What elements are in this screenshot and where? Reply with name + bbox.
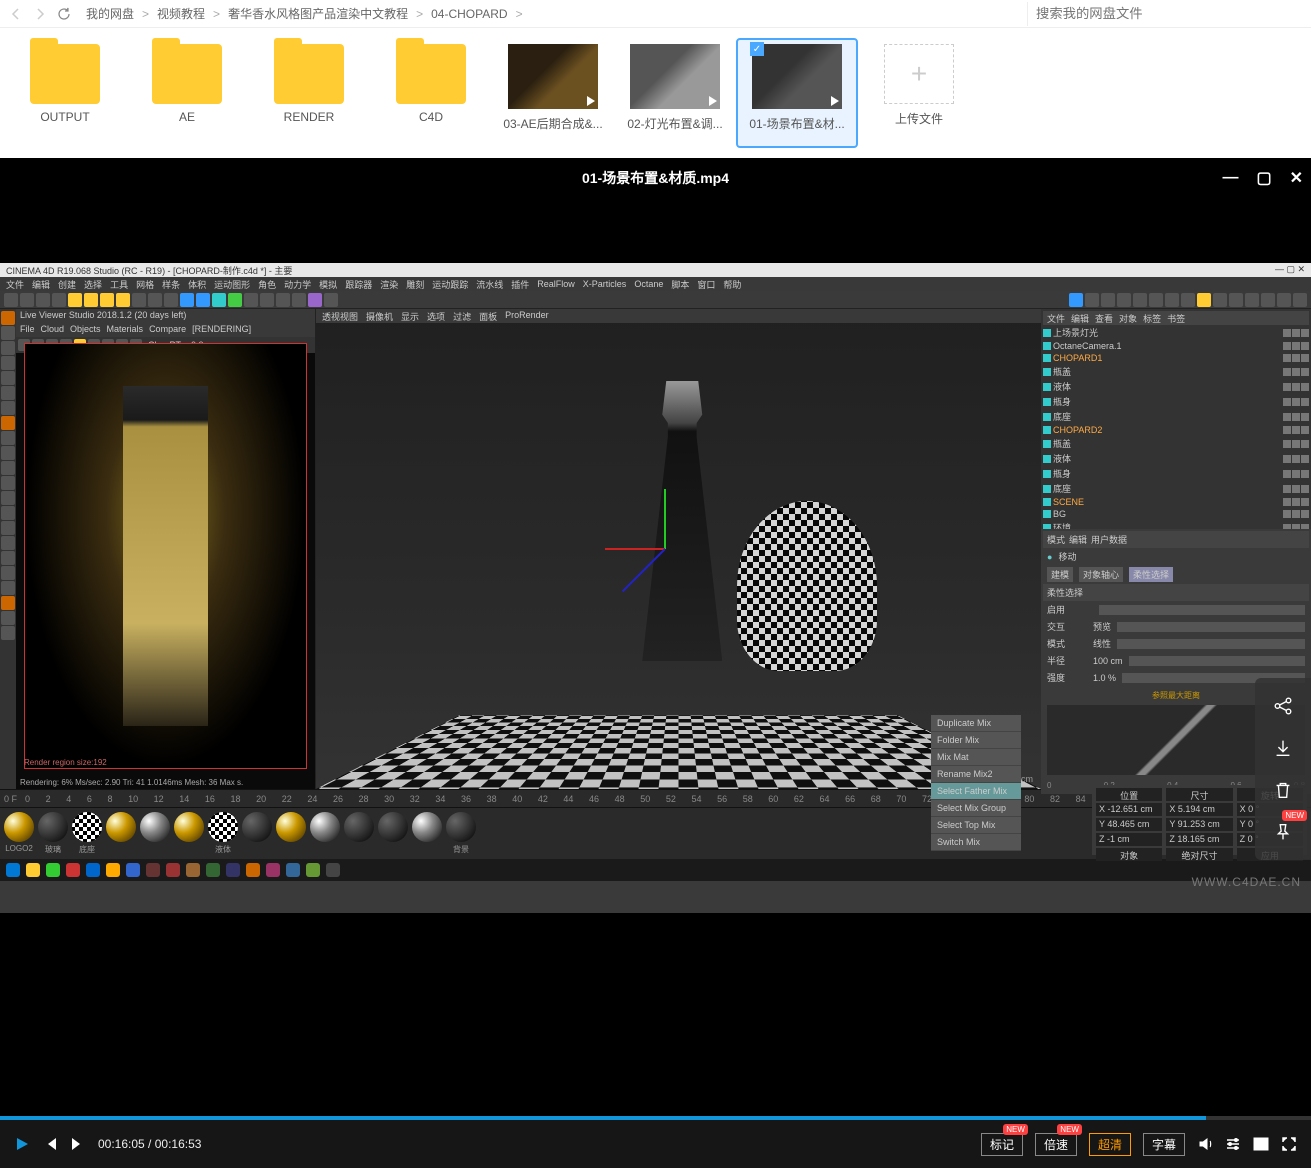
time-display: 00:16:05 / 00:16:53	[98, 1137, 201, 1151]
video-player: 01-场景布置&材质.mp4 — ▢ ✕ CINEMA 4D R19.068 S…	[0, 158, 1311, 1168]
subtitle-button[interactable]: 字幕	[1143, 1133, 1185, 1156]
nav-back[interactable]	[4, 2, 28, 26]
download-icon[interactable]	[1269, 734, 1297, 762]
volume-icon[interactable]	[1197, 1136, 1213, 1152]
object-tree: 文件编辑查看对象标签书签 上场景灯光OctaneCamera.1CHOPARD1…	[1041, 309, 1311, 529]
fullscreen-icon[interactable]	[1281, 1136, 1297, 1152]
folder-icon	[152, 44, 222, 104]
play-icon	[709, 96, 717, 106]
folder-render[interactable]: RENDER	[248, 38, 370, 148]
breadcrumb: 我的网盘> 视频教程> 奢华香水风格图产品渲染中文教程> 04-CHOPARD>	[86, 5, 1027, 22]
share-icon[interactable]	[1269, 692, 1297, 720]
crumb-2[interactable]: 奢华香水风格图产品渲染中文教程	[228, 5, 408, 22]
octane-render-panel: Live Viewer Studio 2018.1.2 (20 days lef…	[16, 309, 316, 789]
video-02[interactable]: 02-灯光布置&调...	[614, 38, 736, 148]
watermark: WWW.C4DAE.CN	[1192, 875, 1301, 889]
minimize-icon[interactable]: —	[1222, 169, 1238, 187]
c4d-left-toolbar	[0, 309, 16, 789]
folder-c4d[interactable]: C4D	[370, 38, 492, 148]
video-03[interactable]: 03-AE后期合成&...	[492, 38, 614, 148]
render-menu: FileCloudObjectsMaterialsCompare[RENDERI…	[16, 323, 315, 337]
play-icon	[831, 96, 839, 106]
c4d-titlebar: CINEMA 4D R19.068 Studio (RC - R19) - [C…	[0, 263, 1311, 277]
player-titlebar: 01-场景布置&材质.mp4 — ▢ ✕	[0, 158, 1311, 198]
folder-ae[interactable]: AE	[126, 38, 248, 148]
video-01[interactable]: ✓01-场景布置&材...	[736, 38, 858, 148]
crumb-0[interactable]: 我的网盘	[86, 5, 134, 22]
player-title: 01-场景布置&材质.mp4	[582, 168, 729, 188]
next-button[interactable]	[70, 1136, 86, 1152]
new-badge: NEW	[1282, 810, 1307, 821]
viewport-menu: 透视视图摄像机显示选项过滤面板ProRender	[316, 309, 1041, 323]
delete-icon[interactable]	[1269, 776, 1297, 804]
pip-icon[interactable]	[1253, 1136, 1269, 1152]
file-grid: OUTPUT AE RENDER C4D 03-AE后期合成&... 02-灯光…	[0, 28, 1311, 158]
folder-output[interactable]: OUTPUT	[4, 38, 126, 148]
window-controls: — ▢ ✕	[1222, 158, 1303, 198]
close-icon[interactable]: ✕	[1290, 168, 1303, 188]
play-button[interactable]	[14, 1136, 30, 1152]
prev-button[interactable]	[42, 1136, 58, 1152]
folder-icon	[396, 44, 466, 104]
viewport-bottle-2	[737, 501, 877, 671]
video-thumb	[630, 44, 720, 109]
c4d-toolbar	[0, 291, 1311, 309]
pin-icon[interactable]: NEW	[1269, 818, 1297, 846]
quality-button[interactable]: 超清	[1089, 1133, 1131, 1156]
render-status: Rendering: 6% Ms/sec: 2.90 Tri: 41 1.014…	[20, 778, 311, 787]
viewport-bottle-1	[642, 381, 722, 661]
crumb-1[interactable]: 视频教程	[157, 5, 205, 22]
check-icon: ✓	[750, 42, 764, 56]
speed-button[interactable]: 倍速NEW	[1035, 1133, 1077, 1156]
video-thumb: ✓	[752, 44, 842, 109]
render-preview	[24, 343, 307, 769]
settings-icon[interactable]	[1225, 1136, 1241, 1152]
search-input[interactable]	[1027, 2, 1307, 26]
maximize-icon[interactable]: ▢	[1256, 168, 1271, 188]
upload-button[interactable]: +上传文件	[858, 38, 980, 148]
nav-forward[interactable]	[28, 2, 52, 26]
nav-refresh[interactable]	[52, 2, 76, 26]
render-title: Live Viewer Studio 2018.1.2 (20 days lef…	[16, 309, 315, 323]
c4d-menubar: 文件编辑创建选择工具网格样条体积运动图形角色动力学模拟跟踪器渲染雕刻运动跟踪流水…	[0, 277, 1311, 291]
c4d-body: Live Viewer Studio 2018.1.2 (20 days lef…	[0, 309, 1311, 789]
video-thumb	[508, 44, 598, 109]
crumb-3[interactable]: 04-CHOPARD	[431, 7, 507, 21]
windows-taskbar	[0, 859, 1311, 881]
topbar: 我的网盘> 视频教程> 奢华香水风格图产品渲染中文教程> 04-CHOPARD>	[0, 0, 1311, 28]
plus-icon: +	[884, 44, 954, 104]
folder-icon	[30, 44, 100, 104]
context-menu: Duplicate MixFolder MixMix MatRename Mix…	[931, 715, 1021, 851]
folder-icon	[274, 44, 344, 104]
play-icon	[587, 96, 595, 106]
side-toolbar: NEW	[1255, 678, 1311, 860]
mark-button[interactable]: 标记NEW	[981, 1133, 1023, 1156]
video-viewport[interactable]: CINEMA 4D R19.068 Studio (RC - R19) - [C…	[0, 198, 1311, 1116]
c4d-app: CINEMA 4D R19.068 Studio (RC - R19) - [C…	[0, 263, 1311, 913]
player-controls: 00:16:05 / 00:16:53 标记NEW 倍速NEW 超清 字幕	[0, 1116, 1311, 1168]
